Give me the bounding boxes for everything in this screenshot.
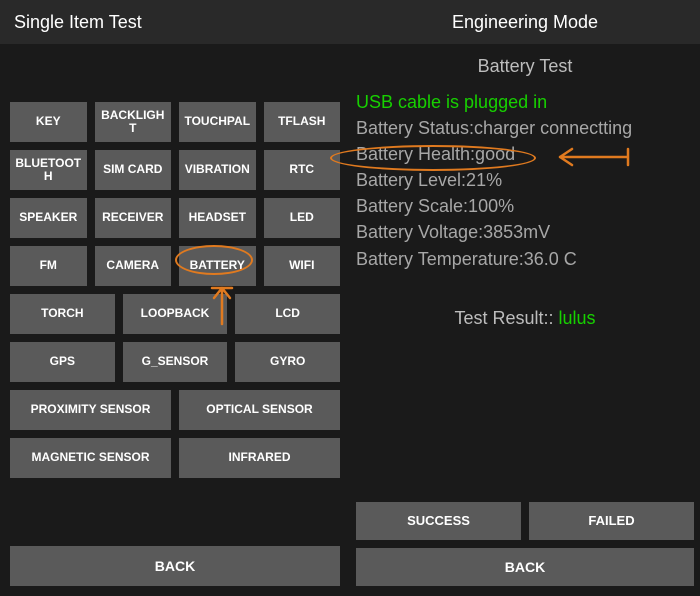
test-gyro-button[interactable]: GYRO bbox=[235, 342, 340, 382]
test-led-button[interactable]: LED bbox=[264, 198, 341, 238]
left-back-button[interactable]: BACK bbox=[10, 546, 340, 586]
test-camera-button[interactable]: CAMERA bbox=[95, 246, 172, 286]
test-magnetic-button[interactable]: MAGNETIC SENSOR bbox=[10, 438, 171, 478]
battery-test-content: Battery Test USB cable is plugged in Bat… bbox=[350, 44, 700, 502]
test-rtc-button[interactable]: RTC bbox=[264, 150, 341, 190]
left-footer: BACK bbox=[0, 546, 350, 596]
right-title: Engineering Mode bbox=[452, 12, 598, 33]
test-infrared-button[interactable]: INFRARED bbox=[179, 438, 340, 478]
test-grid-container: KEY BACKLIGHT TOUCHPAL TFLASH BLUETOOTH … bbox=[0, 44, 350, 546]
battery-test-subtitle: Battery Test bbox=[356, 56, 694, 77]
engineering-mode-pane: Engineering Mode Battery Test USB cable … bbox=[350, 0, 700, 596]
battery-level-line: Battery Level:21% bbox=[356, 167, 694, 193]
battery-temperature-line: Battery Temperature:36.0 C bbox=[356, 246, 694, 272]
battery-voltage-line: Battery Voltage:3853mV bbox=[356, 219, 694, 245]
test-vibration-button[interactable]: VIBRATION bbox=[179, 150, 256, 190]
test-result-row: Test Result:: lulus bbox=[356, 308, 694, 329]
battery-scale-line: Battery Scale:100% bbox=[356, 193, 694, 219]
left-header: Single Item Test bbox=[0, 0, 350, 44]
test-battery-button[interactable]: BATTERY bbox=[179, 246, 256, 286]
test-tflash-button[interactable]: TFLASH bbox=[264, 102, 341, 142]
failed-button[interactable]: FAILED bbox=[529, 502, 694, 540]
battery-health-line: Battery Health:good bbox=[356, 141, 694, 167]
left-title: Single Item Test bbox=[14, 12, 142, 33]
test-gsensor-button[interactable]: G_SENSOR bbox=[123, 342, 228, 382]
test-bluetooth-button[interactable]: BLUETOOTH bbox=[10, 150, 87, 190]
usb-plugged-line: USB cable is plugged in bbox=[356, 89, 694, 115]
battery-status-line: Battery Status:charger connectting bbox=[356, 115, 694, 141]
right-back-button[interactable]: BACK bbox=[356, 548, 694, 586]
test-result-label: Test Result:: bbox=[454, 308, 558, 328]
test-torch-button[interactable]: TORCH bbox=[10, 294, 115, 334]
test-optical-button[interactable]: OPTICAL SENSOR bbox=[179, 390, 340, 430]
test-gps-button[interactable]: GPS bbox=[10, 342, 115, 382]
test-fm-button[interactable]: FM bbox=[10, 246, 87, 286]
test-headset-button[interactable]: HEADSET bbox=[179, 198, 256, 238]
success-button[interactable]: SUCCESS bbox=[356, 502, 521, 540]
single-item-test-pane: Single Item Test KEY BACKLIGHT TOUCHPAL … bbox=[0, 0, 350, 596]
test-lcd-button[interactable]: LCD bbox=[235, 294, 340, 334]
test-backlight-button[interactable]: BACKLIGHT bbox=[95, 102, 172, 142]
test-simcard-button[interactable]: SIM CARD bbox=[95, 150, 172, 190]
test-key-button[interactable]: KEY bbox=[10, 102, 87, 142]
test-touchpal-button[interactable]: TOUCHPAL bbox=[179, 102, 256, 142]
test-receiver-button[interactable]: RECEIVER bbox=[95, 198, 172, 238]
test-wifi-button[interactable]: WIFI bbox=[264, 246, 341, 286]
test-proximity-button[interactable]: PROXIMITY SENSOR bbox=[10, 390, 171, 430]
test-result-value: lulus bbox=[559, 308, 596, 328]
test-speaker-button[interactable]: SPEAKER bbox=[10, 198, 87, 238]
test-loopback-button[interactable]: LOOPBACK bbox=[123, 294, 228, 334]
right-header: Engineering Mode bbox=[350, 0, 700, 44]
right-footer: SUCCESS FAILED BACK bbox=[350, 502, 700, 596]
